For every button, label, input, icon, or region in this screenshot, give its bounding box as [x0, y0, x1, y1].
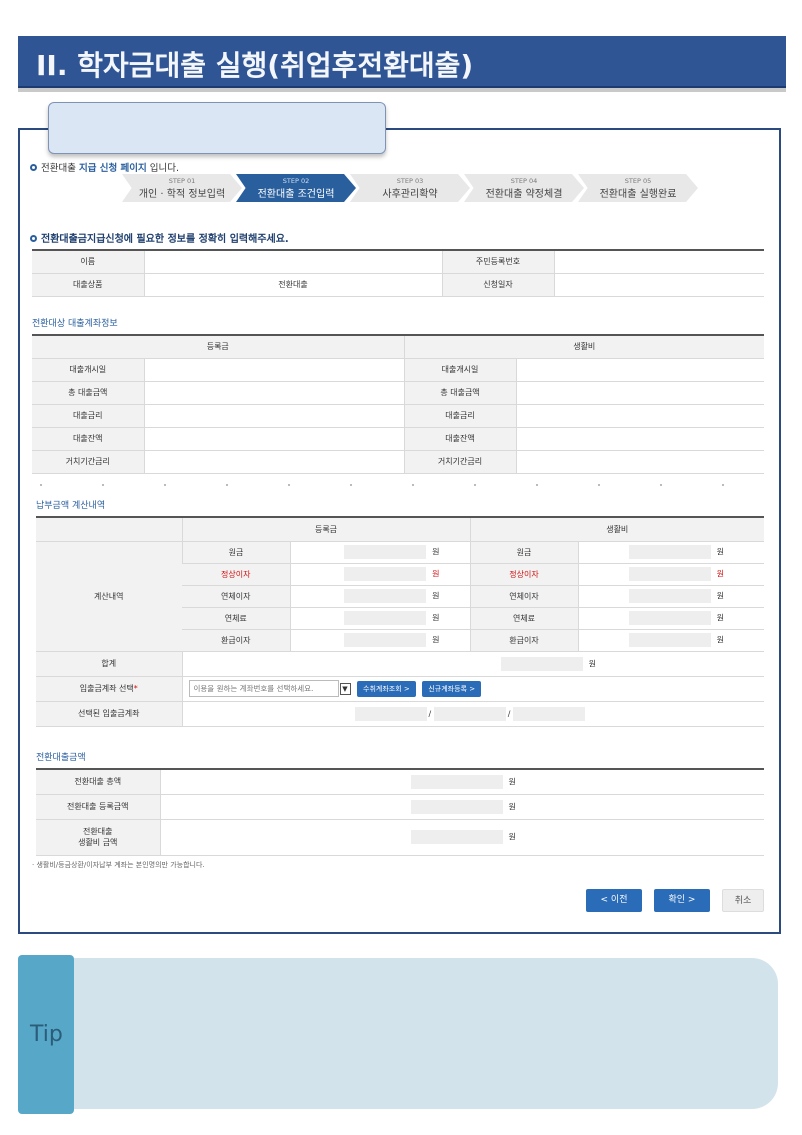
name-value: [143, 250, 442, 274]
selected-account-part3: [513, 706, 585, 721]
step-1: STEP 01 개인 · 학적 정보입력: [122, 174, 242, 202]
selected-account-part1: [354, 706, 427, 721]
page-banner: II. 학자금대출 실행(취업후전환대출): [18, 36, 786, 88]
product-value: 전환대출: [143, 273, 442, 297]
page-notice: 전환대출 지급 신청 페이지 입니다.: [30, 160, 179, 174]
info-section-title: 전환대출금지급신청에 필요한 정보를 정확히 입력해주세요.: [30, 230, 289, 245]
cancel-button[interactable]: 취소: [722, 889, 764, 912]
selected-account-label: 선택된 입출금계좌: [36, 701, 182, 727]
calc-group-label: 계산내역: [36, 541, 182, 652]
date-label: 신청일자: [441, 273, 554, 297]
divider-dots: [40, 484, 760, 488]
confirm-button[interactable]: 확인 >: [654, 889, 710, 912]
step-5: STEP 05 전환대출 실행완료: [578, 174, 698, 202]
page-title: II. 학자금대출 실행(취업후전환대출): [36, 49, 474, 82]
account-select-label: 입출금계좌 선택*: [36, 676, 182, 702]
total-label: 합계: [36, 651, 182, 677]
bullet-icon: [30, 164, 37, 171]
amount-section-title: 전환대출금액: [36, 753, 86, 763]
account-register-button[interactable]: 신규계좌등록 >: [422, 680, 482, 697]
account-search-button[interactable]: 수취계좌조회 >: [357, 680, 416, 697]
prev-button[interactable]: < 이전: [586, 889, 642, 912]
bullet-icon: [30, 235, 37, 242]
name-label: 이름: [32, 250, 144, 274]
rrn-value: [553, 250, 764, 274]
col-tuition: 등록금: [32, 335, 404, 359]
notice-prefix: 전환대출: [41, 163, 79, 174]
col-tuition: 등록금: [181, 517, 470, 542]
account-select[interactable]: 이용을 원하는 계좌번호를 선택하세요.: [188, 680, 339, 697]
selected-account-part2: [433, 706, 506, 721]
step-4: STEP 04 전환대출 약정체결: [464, 174, 584, 202]
step-progress: STEP 01 개인 · 학적 정보입력 STEP 02 전환대출 조건입력 STE…: [122, 174, 698, 202]
step-2: STEP 02 전환대출 조건입력: [236, 174, 356, 202]
tip-label: Tip: [30, 1022, 63, 1047]
applicant-info-table: 이름 주민등록번호 대출상품 전환대출 신청일자: [32, 249, 764, 297]
payment-section-title: 납부금액 계산내역: [36, 501, 106, 511]
payment-calc-table: 등록금 생활비 계산내역 원금 원 원금 원 정상이자 원 정상이자 원 연체이…: [36, 516, 764, 727]
footnote: · 생활비/등금상환/이자납부 계좌는 본인명의만 가능합니다.: [32, 861, 205, 869]
callout-tab: [48, 102, 386, 154]
banner-shadow: [18, 88, 786, 92]
account-section-title: 전환대상 대출계좌정보: [32, 319, 118, 329]
loan-account-table: 등록금 생활비 대출개시일 대출개시일 총 대출금액 총 대출금액 대출금리 대출금리…: [32, 334, 764, 474]
col-living: 생활비: [469, 517, 764, 542]
product-label: 대출상품: [32, 273, 144, 297]
notice-suffix: 입니다.: [146, 163, 180, 174]
rrn-label: 주민등록번호: [441, 250, 554, 274]
tip-panel: [74, 958, 778, 1109]
step-3: STEP 03 사후관리확약: [350, 174, 470, 202]
notice-highlight: 지급 신청 페이지: [78, 163, 147, 174]
total-value: [500, 656, 583, 671]
chevron-down-icon[interactable]: ▼: [339, 682, 351, 695]
conversion-amount-table: 전환대출 총액 원 전환대출 등록금액 원 전환대출 생활비 금액 원: [36, 768, 764, 856]
col-living: 생활비: [403, 335, 764, 359]
date-value: [553, 273, 764, 297]
